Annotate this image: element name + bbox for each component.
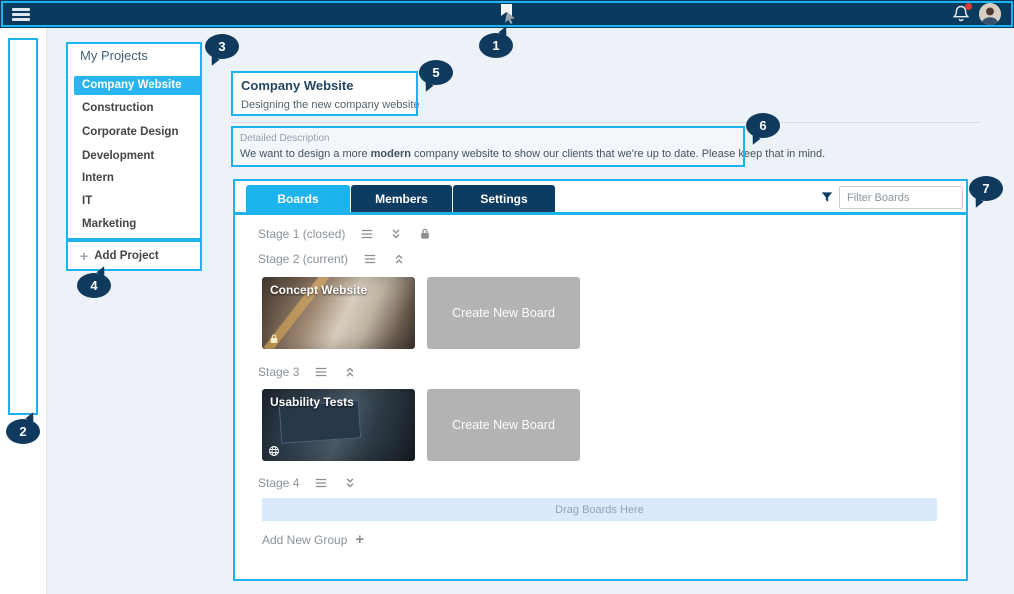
- filter-boards-input[interactable]: [839, 186, 963, 209]
- stage-3-boards: Usability Tests Create New Board: [262, 389, 580, 461]
- board-card-concept-website[interactable]: Concept Website: [262, 277, 415, 349]
- filter-icon[interactable]: [820, 190, 834, 204]
- ribbon-logo-icon: [498, 4, 518, 25]
- stage-2-label: Stage 2 (current): [258, 252, 348, 266]
- sidebar-item-construction[interactable]: Construction: [74, 99, 202, 118]
- create-new-board-button[interactable]: Create New Board: [427, 277, 580, 349]
- description-text: We want to design a more modern company …: [240, 148, 825, 160]
- annotation-balloon-6: 6: [746, 113, 780, 138]
- stage-3-label: Stage 3: [258, 365, 299, 379]
- expand-double-chevron-down-icon[interactable]: [389, 227, 403, 241]
- stage-menu-icon[interactable]: [314, 365, 328, 379]
- stage-4-label: Stage 4: [258, 476, 299, 490]
- stage-row-1: Stage 1 (closed): [258, 227, 432, 241]
- sidebar-item-corporate-design[interactable]: Corporate Design: [74, 123, 202, 142]
- plus-icon: +: [80, 248, 88, 264]
- stage-menu-icon[interactable]: [363, 252, 377, 266]
- tab-underline: [235, 212, 966, 215]
- create-new-board-button[interactable]: Create New Board: [427, 389, 580, 461]
- expand-double-chevron-down-icon[interactable]: [343, 476, 357, 490]
- annotation-balloon-7: 7: [969, 176, 1003, 201]
- board-card-title: Concept Website: [270, 283, 367, 297]
- add-new-group-button[interactable]: Add New Group +: [262, 531, 364, 548]
- annotation-balloon-3: 3: [205, 34, 239, 59]
- stage-row-2: Stage 2 (current): [258, 252, 406, 266]
- board-card-title: Usability Tests: [270, 395, 354, 409]
- sidebar-item-company-website[interactable]: Company Website: [74, 76, 202, 95]
- hamburger-menu-icon[interactable]: [12, 8, 30, 21]
- add-new-group-label: Add New Group: [262, 533, 347, 547]
- stage-2-boards: Concept Website Create New Board: [262, 277, 580, 349]
- collapse-double-chevron-up-icon[interactable]: [343, 365, 357, 379]
- add-project-button[interactable]: + Add Project: [80, 247, 159, 265]
- sidebar-item-intern[interactable]: Intern: [74, 169, 202, 188]
- tab-settings[interactable]: Settings: [453, 185, 555, 212]
- page-subtitle: Designing the new company website: [241, 99, 420, 111]
- stage-menu-icon[interactable]: [314, 476, 328, 490]
- header-divider: [231, 122, 980, 123]
- notification-badge: [965, 3, 972, 10]
- stage-row-3: Stage 3: [258, 365, 357, 379]
- bell-icon[interactable]: [951, 4, 971, 24]
- lock-icon: [268, 332, 280, 344]
- page-title: Company Website: [241, 78, 353, 93]
- annotation-balloon-5: 5: [419, 60, 453, 85]
- add-project-label: Add Project: [94, 250, 159, 262]
- stage-menu-icon[interactable]: [360, 227, 374, 241]
- lock-icon: [418, 227, 432, 241]
- stage-1-label: Stage 1 (closed): [258, 227, 345, 241]
- annotation-balloon-4: 4: [77, 273, 111, 298]
- top-bar: [0, 0, 1014, 28]
- projects-panel-title: My Projects: [80, 48, 148, 63]
- sidebar-item-marketing[interactable]: Marketing: [74, 215, 202, 234]
- stage-row-4: Stage 4: [258, 476, 357, 490]
- tab-boards[interactable]: Boards: [246, 185, 350, 212]
- annotation-balloon-2: 2: [6, 419, 40, 444]
- icon-sidebar: [0, 28, 47, 594]
- annotation-balloon-1: 1: [479, 33, 513, 58]
- app-screen: My Projects Company Website Construction…: [0, 0, 1014, 594]
- sidebar-item-development[interactable]: Development: [74, 147, 202, 166]
- avatar[interactable]: [979, 3, 1001, 25]
- drag-boards-dropzone[interactable]: Drag Boards Here: [262, 498, 937, 521]
- plus-icon: +: [355, 531, 364, 548]
- globe-icon: [268, 444, 280, 456]
- description-label: Detailed Description: [240, 133, 330, 144]
- board-card-usability-tests[interactable]: Usability Tests: [262, 389, 415, 461]
- sidebar-item-it[interactable]: IT: [74, 192, 202, 211]
- tab-members[interactable]: Members: [351, 185, 452, 212]
- collapse-double-chevron-up-icon[interactable]: [392, 252, 406, 266]
